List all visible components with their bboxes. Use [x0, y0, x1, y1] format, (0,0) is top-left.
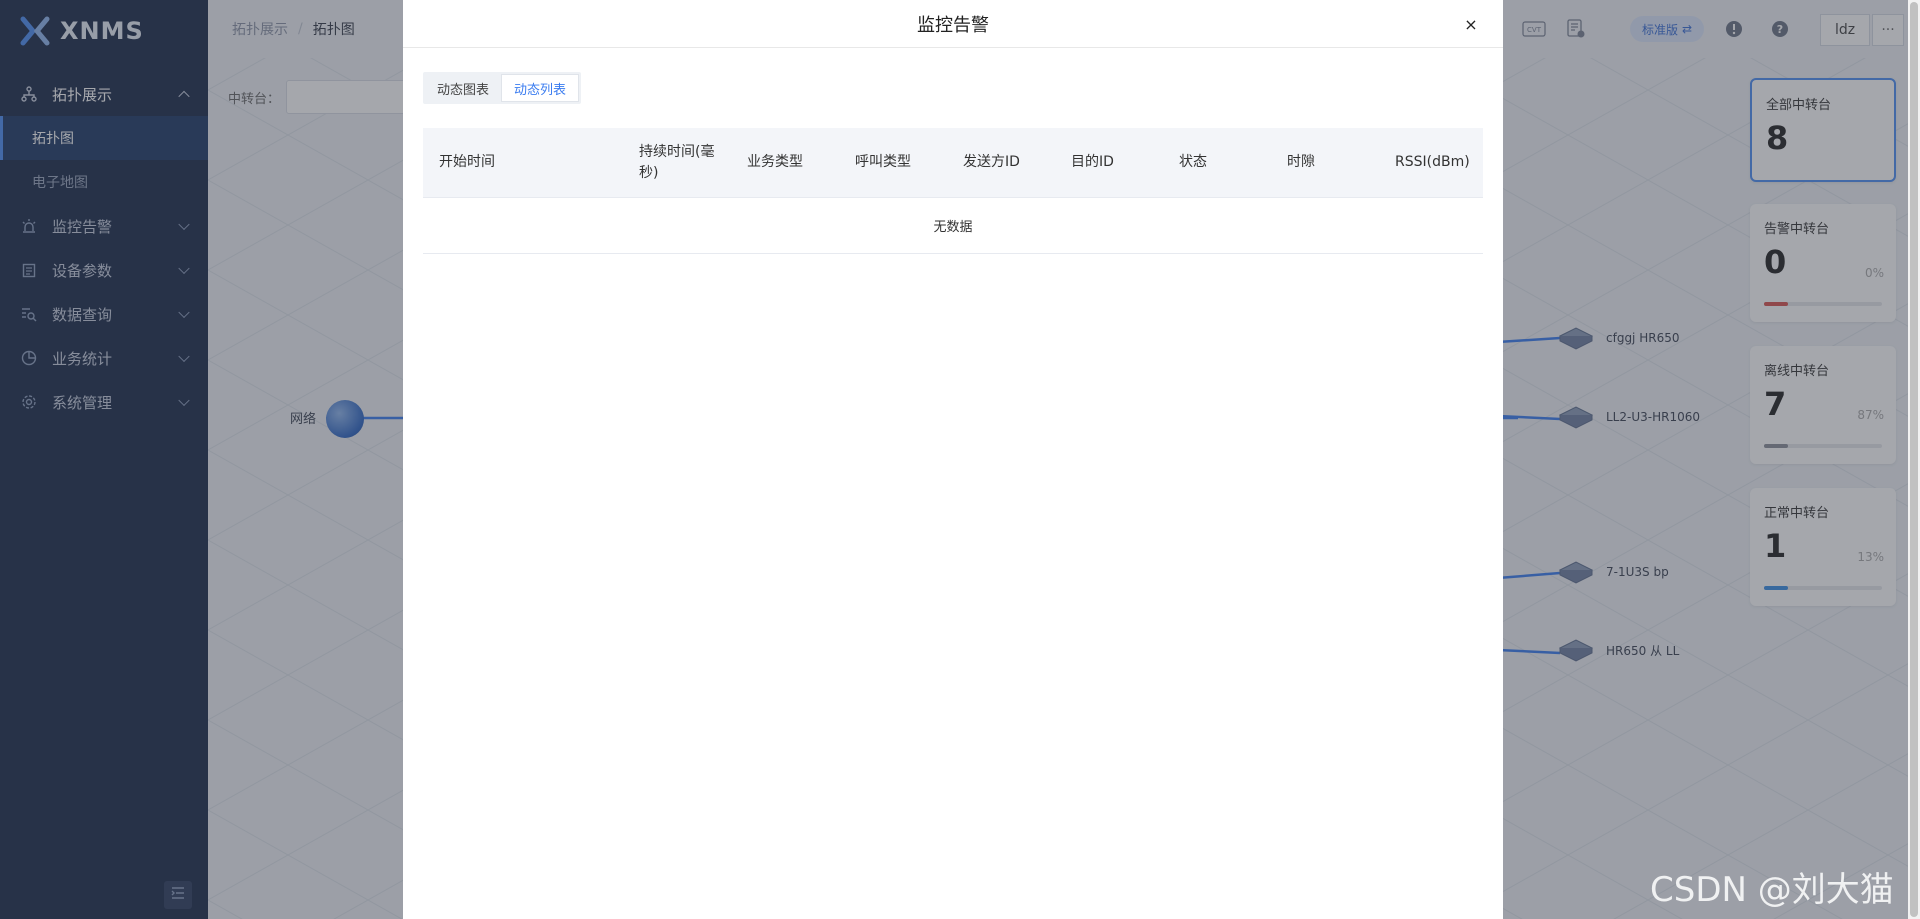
monitor-alarm-modal: 监控告警 × 动态图表 动态列表 开始时间 持续时间(毫秒) 业务类型 呼叫类型…: [403, 0, 1503, 919]
modal-title: 监控告警: [917, 14, 989, 36]
column-header: 状态: [1179, 154, 1207, 170]
column-header: 开始时间: [439, 154, 495, 170]
table-header: 开始时间 持续时间(毫秒) 业务类型 呼叫类型 发送方ID 目的ID 状态 时隙…: [423, 128, 1483, 198]
tab-dynamic-list[interactable]: 动态列表: [501, 74, 580, 102]
column-header: 呼叫类型: [855, 154, 911, 170]
page-scrollbar[interactable]: [1908, 0, 1920, 919]
alarm-table: 开始时间 持续时间(毫秒) 业务类型 呼叫类型 发送方ID 目的ID 状态 时隙…: [423, 128, 1483, 254]
column-header: 目的ID: [1071, 154, 1114, 170]
column-header: RSSI(dBm): [1395, 154, 1470, 170]
column-header: 持续时间(毫秒): [639, 143, 715, 181]
modal-header: 监控告警 ×: [403, 0, 1503, 48]
view-tabs: 动态图表 动态列表: [423, 72, 582, 104]
column-header: 业务类型: [747, 154, 803, 170]
empty-state: 无数据: [423, 198, 1483, 254]
tab-dynamic-chart[interactable]: 动态图表: [425, 74, 501, 102]
scrollbar-thumb[interactable]: [1910, 2, 1918, 917]
column-header: 发送方ID: [963, 154, 1020, 170]
column-header: 时隙: [1287, 154, 1315, 170]
watermark-text: CSDN @刘大猫: [1650, 870, 1894, 910]
close-icon[interactable]: ×: [1461, 14, 1481, 34]
